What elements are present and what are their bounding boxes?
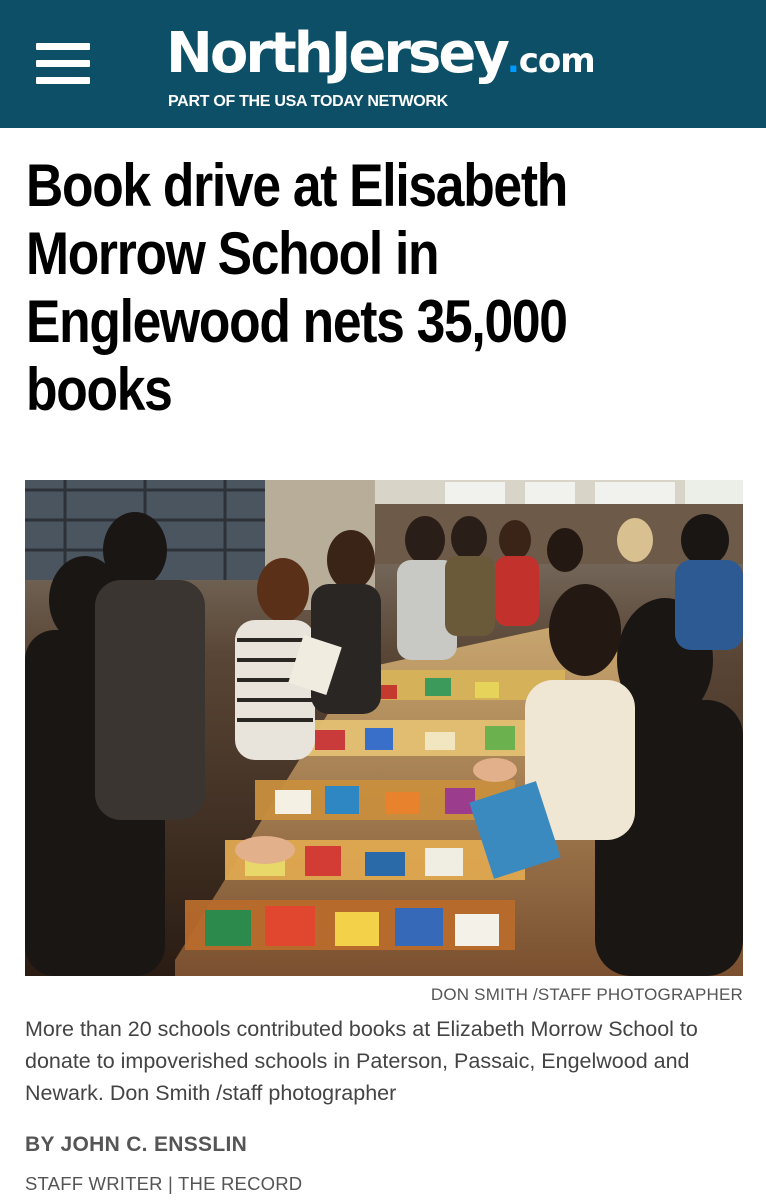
hamburger-menu-icon[interactable] <box>36 43 90 85</box>
photo-caption: More than 20 schools contributed books a… <box>25 1017 698 1105</box>
author-byline[interactable]: BY JOHN C. ENSSLIN <box>25 1133 247 1157</box>
logo-tagline: PART OF THE USA TODAY NETWORK <box>168 93 448 110</box>
photo-credit: DON SMITH /STAFF PHOTOGRAPHER <box>430 985 743 1004</box>
author-title: STAFF WRITER | THE RECORD <box>25 1173 303 1194</box>
article-headline: Book drive at Elisabeth Morrow School in… <box>26 152 568 423</box>
logo-wordmark: NorthJersey.com <box>166 21 596 86</box>
book-drive-photo <box>25 480 743 976</box>
site-logo[interactable]: NorthJersey.com PART OF THE USA TODAY NE… <box>166 22 666 112</box>
site-header: NorthJersey.com PART OF THE USA TODAY NE… <box>0 0 766 128</box>
article-photo[interactable] <box>25 480 743 976</box>
